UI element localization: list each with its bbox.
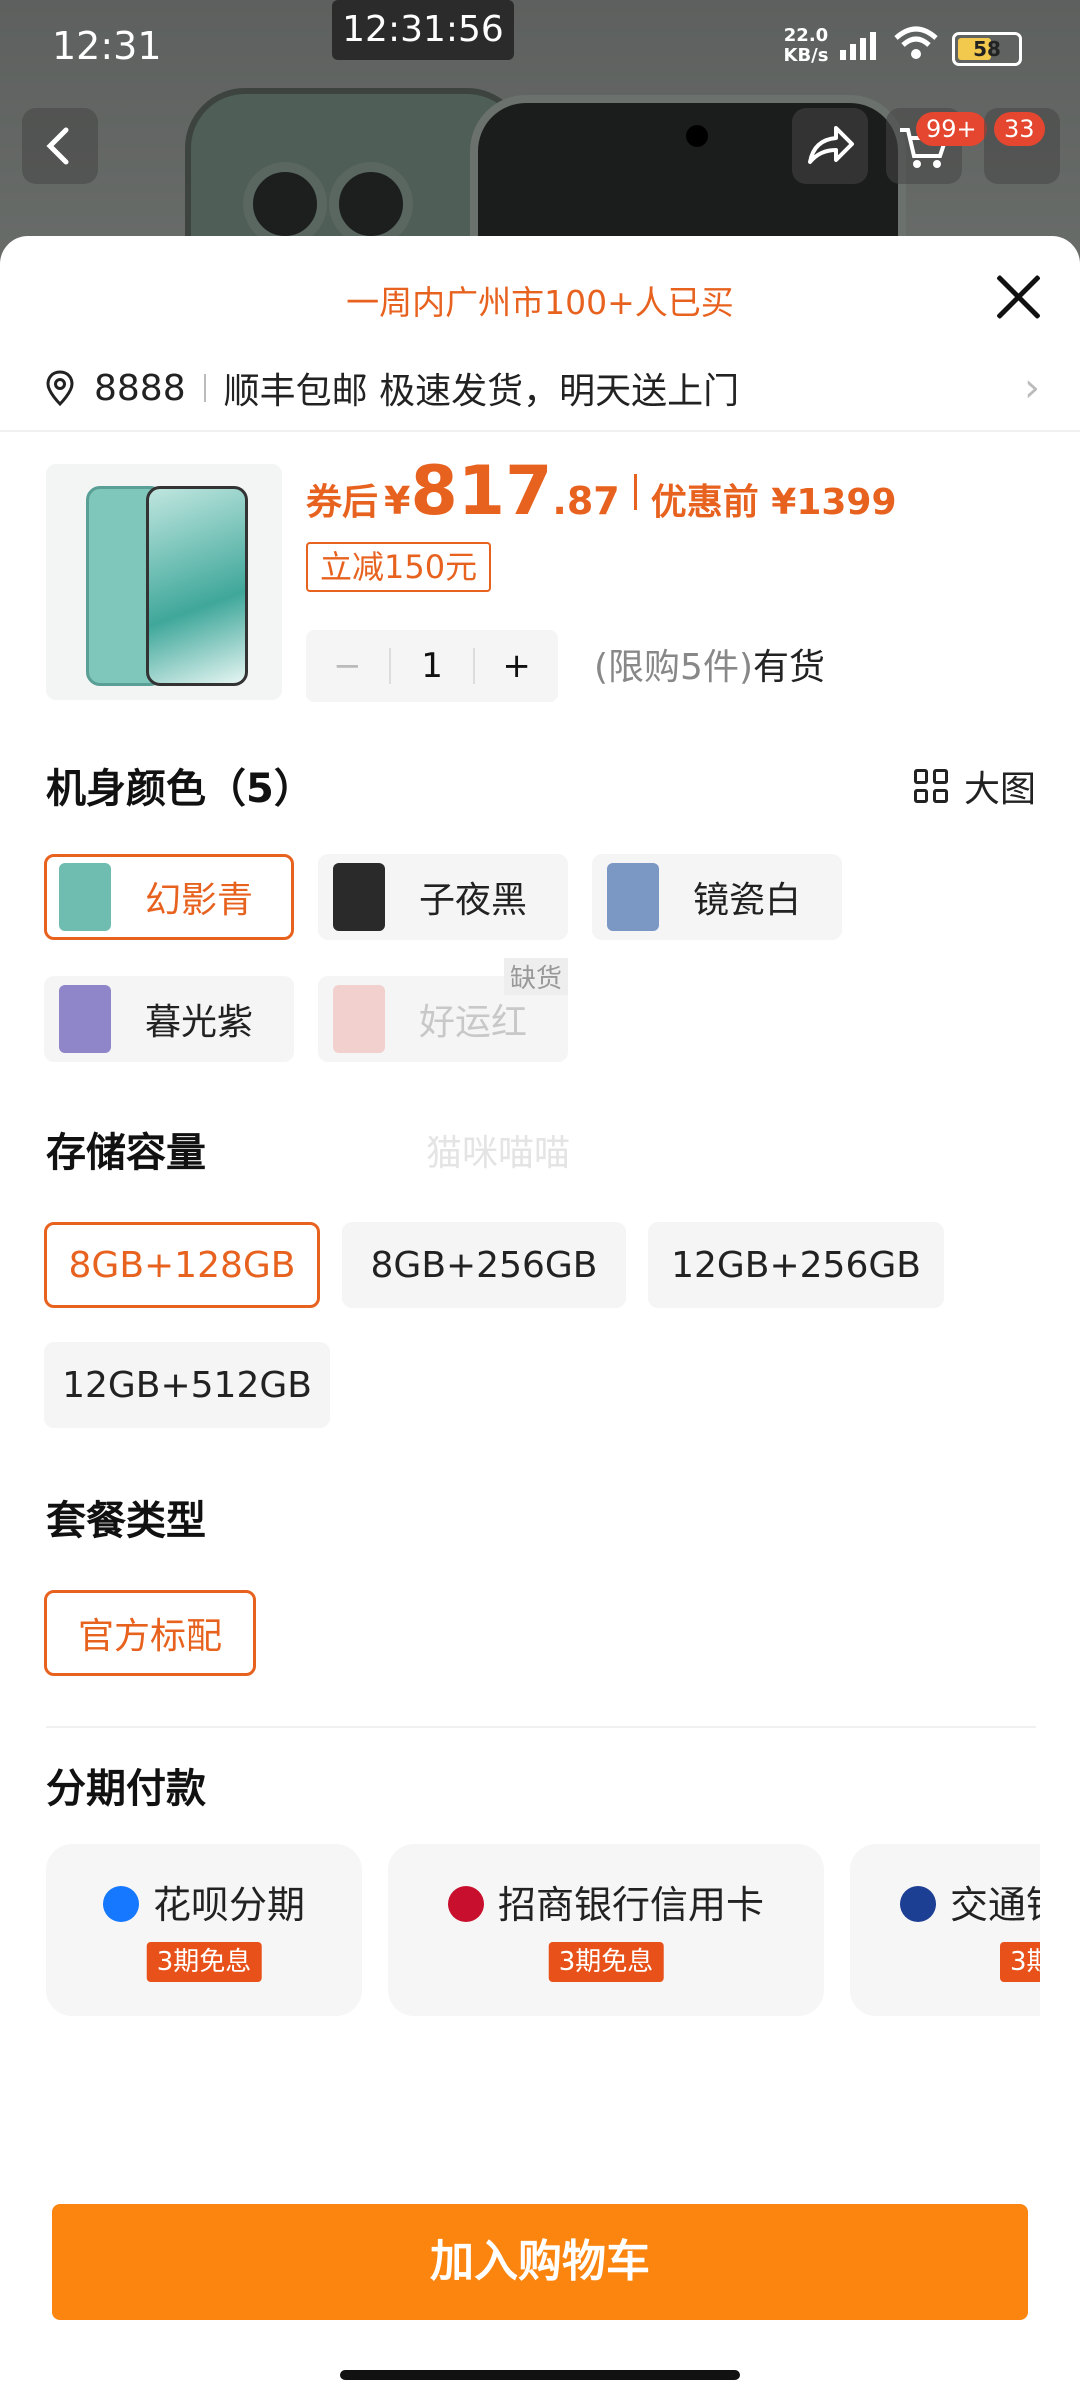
thumb-phone-front bbox=[146, 486, 248, 686]
color-option[interactable]: 暮光紫 bbox=[44, 976, 294, 1062]
storage-option[interactable]: 12GB+512GB bbox=[44, 1342, 330, 1428]
back-icon bbox=[46, 127, 69, 165]
original-price: 优惠前 ¥1399 bbox=[650, 482, 897, 523]
bocom-bank-icon bbox=[900, 1885, 936, 1922]
address-row[interactable]: 8888 顺丰包邮 极速发货，明天送上门 › bbox=[46, 358, 1040, 418]
purchase-limit: (限购5件) bbox=[594, 647, 753, 688]
network-speed: 22.0 KB/s bbox=[783, 25, 829, 66]
increase-button[interactable]: + bbox=[475, 646, 558, 686]
camera-lens bbox=[243, 162, 327, 246]
installment-label: 交通银 bbox=[950, 1883, 1040, 1927]
cmb-bank-icon bbox=[447, 1885, 484, 1922]
delivery-info: 顺丰包邮 极速发货，明天送上门 bbox=[223, 371, 740, 412]
color-option[interactable]: 子夜黑 bbox=[318, 854, 568, 940]
message-badge: 33 bbox=[994, 112, 1045, 146]
in-stock: 有货 bbox=[753, 647, 826, 688]
add-to-cart-button[interactable]: 加入购物车 bbox=[52, 2204, 1028, 2320]
storage-section-title: 存储容量 bbox=[46, 1130, 206, 1176]
color-swatch bbox=[59, 985, 111, 1053]
package-option[interactable]: 官方标配 bbox=[44, 1590, 256, 1676]
signal-icon bbox=[840, 32, 876, 60]
quantity-stepper: − 1 + bbox=[306, 630, 558, 702]
close-button[interactable] bbox=[994, 272, 1042, 320]
location-pin-icon bbox=[46, 370, 74, 406]
price-decimal: .87 bbox=[552, 479, 620, 523]
price-row: 券后 ¥ 817 .87 优惠前 ¥1399 bbox=[306, 452, 897, 531]
battery-level: 58 bbox=[973, 37, 1001, 61]
color-option-label: 暮光紫 bbox=[145, 1002, 254, 1043]
storage-option[interactable]: 8GB+128GB bbox=[44, 1222, 320, 1308]
color-section-title: 机身颜色（5） bbox=[46, 766, 314, 812]
grid-icon bbox=[913, 769, 948, 803]
color-option[interactable]: 幻影青 bbox=[44, 854, 294, 940]
installment-option[interactable]: 花呗分期 3期免息 bbox=[46, 1844, 362, 2016]
price-integer: 817 bbox=[410, 452, 553, 531]
sku-selector-sheet: 一周内广州市100+人已买 8888 顺丰包邮 极速发货，明天送上门 › 券后 … bbox=[0, 236, 1080, 2400]
home-indicator[interactable] bbox=[340, 2370, 740, 2380]
installment-label: 招商银行信用卡 bbox=[497, 1883, 764, 1927]
color-swatch bbox=[333, 985, 385, 1053]
installment-option[interactable]: 交通银 3期 bbox=[850, 1844, 1040, 2016]
decrease-button[interactable]: − bbox=[306, 646, 389, 686]
installment-tag: 3期免息 bbox=[548, 1942, 664, 1982]
huabei-icon bbox=[102, 1885, 139, 1922]
chevron-right-icon: › bbox=[1024, 365, 1040, 411]
battery-icon: 58 bbox=[952, 32, 1022, 66]
back-button[interactable] bbox=[22, 108, 98, 184]
package-section-title: 套餐类型 bbox=[46, 1498, 206, 1544]
installment-label: 花呗分期 bbox=[152, 1883, 305, 1927]
share-button[interactable] bbox=[792, 108, 868, 184]
color-swatch bbox=[59, 863, 111, 931]
wifi-icon bbox=[892, 26, 940, 71]
address-separator bbox=[203, 374, 206, 402]
divider bbox=[0, 430, 1080, 432]
share-icon bbox=[808, 126, 854, 164]
address-name: 8888 bbox=[94, 367, 186, 409]
color-option-label: 幻影青 bbox=[145, 880, 254, 921]
watermark: 猫咪喵喵 bbox=[426, 1133, 571, 1174]
installment-tag: 3期免息 bbox=[146, 1942, 262, 1982]
quantity-value[interactable]: 1 bbox=[391, 646, 474, 686]
stock-status: (限购5件)有货 bbox=[594, 638, 825, 690]
product-thumbnail[interactable] bbox=[46, 464, 282, 700]
color-option[interactable]: 镜瓷白 bbox=[592, 854, 842, 940]
status-time: 12:31 bbox=[52, 24, 162, 68]
installment-option[interactable]: 招商银行信用卡 3期免息 bbox=[388, 1844, 824, 2016]
camera-lens bbox=[329, 162, 413, 246]
price-label: 券后 bbox=[306, 482, 379, 523]
divider bbox=[46, 1726, 1036, 1728]
installment-scroll-clip: 交通银 3期 bbox=[850, 1844, 1040, 2024]
big-image-button[interactable]: 大图 bbox=[913, 760, 1036, 812]
color-swatch bbox=[333, 863, 385, 931]
status-bar: 12:31 12:31:56 22.0 KB/s 58 bbox=[0, 0, 1080, 80]
storage-option[interactable]: 12GB+256GB bbox=[648, 1222, 944, 1308]
color-swatch bbox=[607, 863, 659, 931]
color-option-label: 好运红 bbox=[419, 1002, 528, 1043]
storage-option[interactable]: 8GB+256GB bbox=[342, 1222, 626, 1308]
installment-section-title: 分期付款 bbox=[46, 1766, 206, 1812]
big-image-label: 大图 bbox=[963, 769, 1036, 810]
screenshot-time: 12:31:56 bbox=[332, 0, 514, 60]
color-option-label: 镜瓷白 bbox=[693, 880, 802, 921]
price-currency: ¥ bbox=[384, 479, 411, 523]
punch-hole-camera bbox=[686, 125, 708, 147]
installment-tag: 3期 bbox=[1000, 1942, 1040, 1982]
coupon-badge: 立减150元 bbox=[306, 542, 492, 592]
price-separator bbox=[633, 473, 637, 510]
cart-badge: 99+ bbox=[916, 112, 987, 146]
purchase-hint: 一周内广州市100+人已买 bbox=[346, 283, 734, 322]
color-option-label: 子夜黑 bbox=[419, 880, 528, 921]
out-of-stock-badge: 缺货 bbox=[504, 958, 569, 995]
